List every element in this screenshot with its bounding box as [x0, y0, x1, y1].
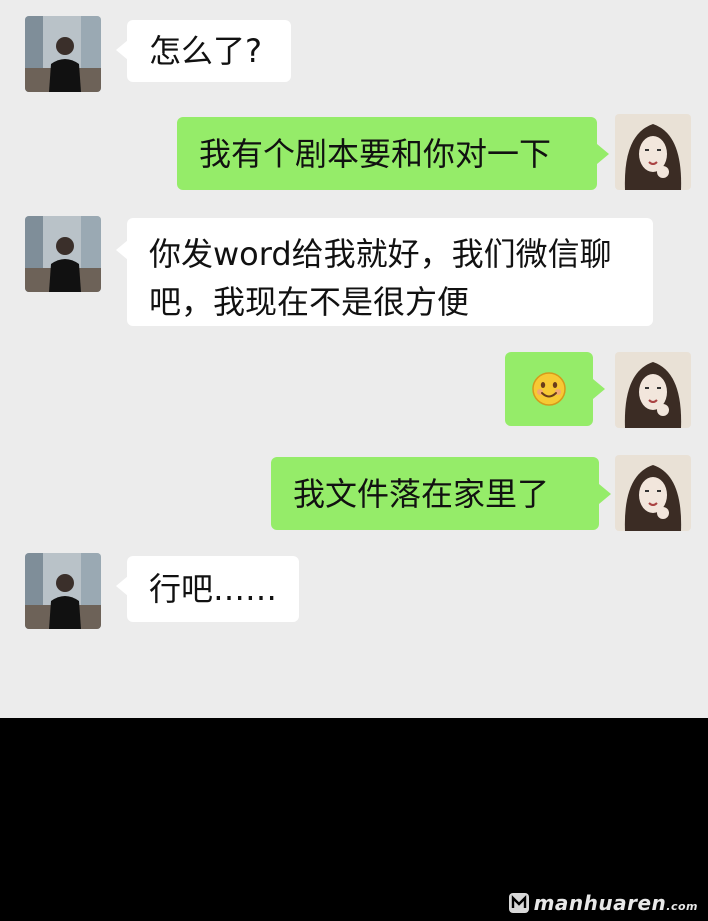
message-bubble[interactable]: 行吧……	[127, 556, 299, 622]
chat-area: 怎么了? 我有个剧本要和你对一下 你发word给我就好，我们微信聊 吧，我现在不…	[0, 0, 708, 718]
message-bubble[interactable]: 你发word给我就好，我们微信聊 吧，我现在不是很方便	[127, 218, 653, 326]
message-text-line: 你发word给我就好，我们微信聊	[149, 235, 612, 273]
message-bubble[interactable]	[505, 352, 593, 426]
message-bubble[interactable]: 怎么了?	[127, 20, 291, 82]
message-text: 我有个剧本要和你对一下	[199, 134, 552, 173]
message-text-line: 吧，我现在不是很方便	[149, 283, 470, 321]
manhuaren-logo-icon	[508, 893, 529, 913]
contact-avatar[interactable]	[25, 553, 101, 629]
smile-emoji-icon	[532, 372, 566, 406]
my-avatar[interactable]	[615, 455, 691, 531]
message-text: 我文件落在家里了	[293, 474, 550, 513]
message-text: 怎么了?	[149, 32, 262, 70]
contact-avatar[interactable]	[25, 216, 101, 292]
message-bubble[interactable]: 我文件落在家里了	[271, 457, 599, 530]
contact-avatar[interactable]	[25, 16, 101, 92]
message-bubble[interactable]: 我有个剧本要和你对一下	[177, 117, 597, 190]
my-avatar[interactable]	[615, 114, 691, 190]
watermark: manhuaren.com	[508, 891, 698, 915]
my-avatar[interactable]	[615, 352, 691, 428]
watermark-text: manhuaren.com	[533, 891, 698, 915]
message-text: 行吧……	[149, 570, 278, 608]
